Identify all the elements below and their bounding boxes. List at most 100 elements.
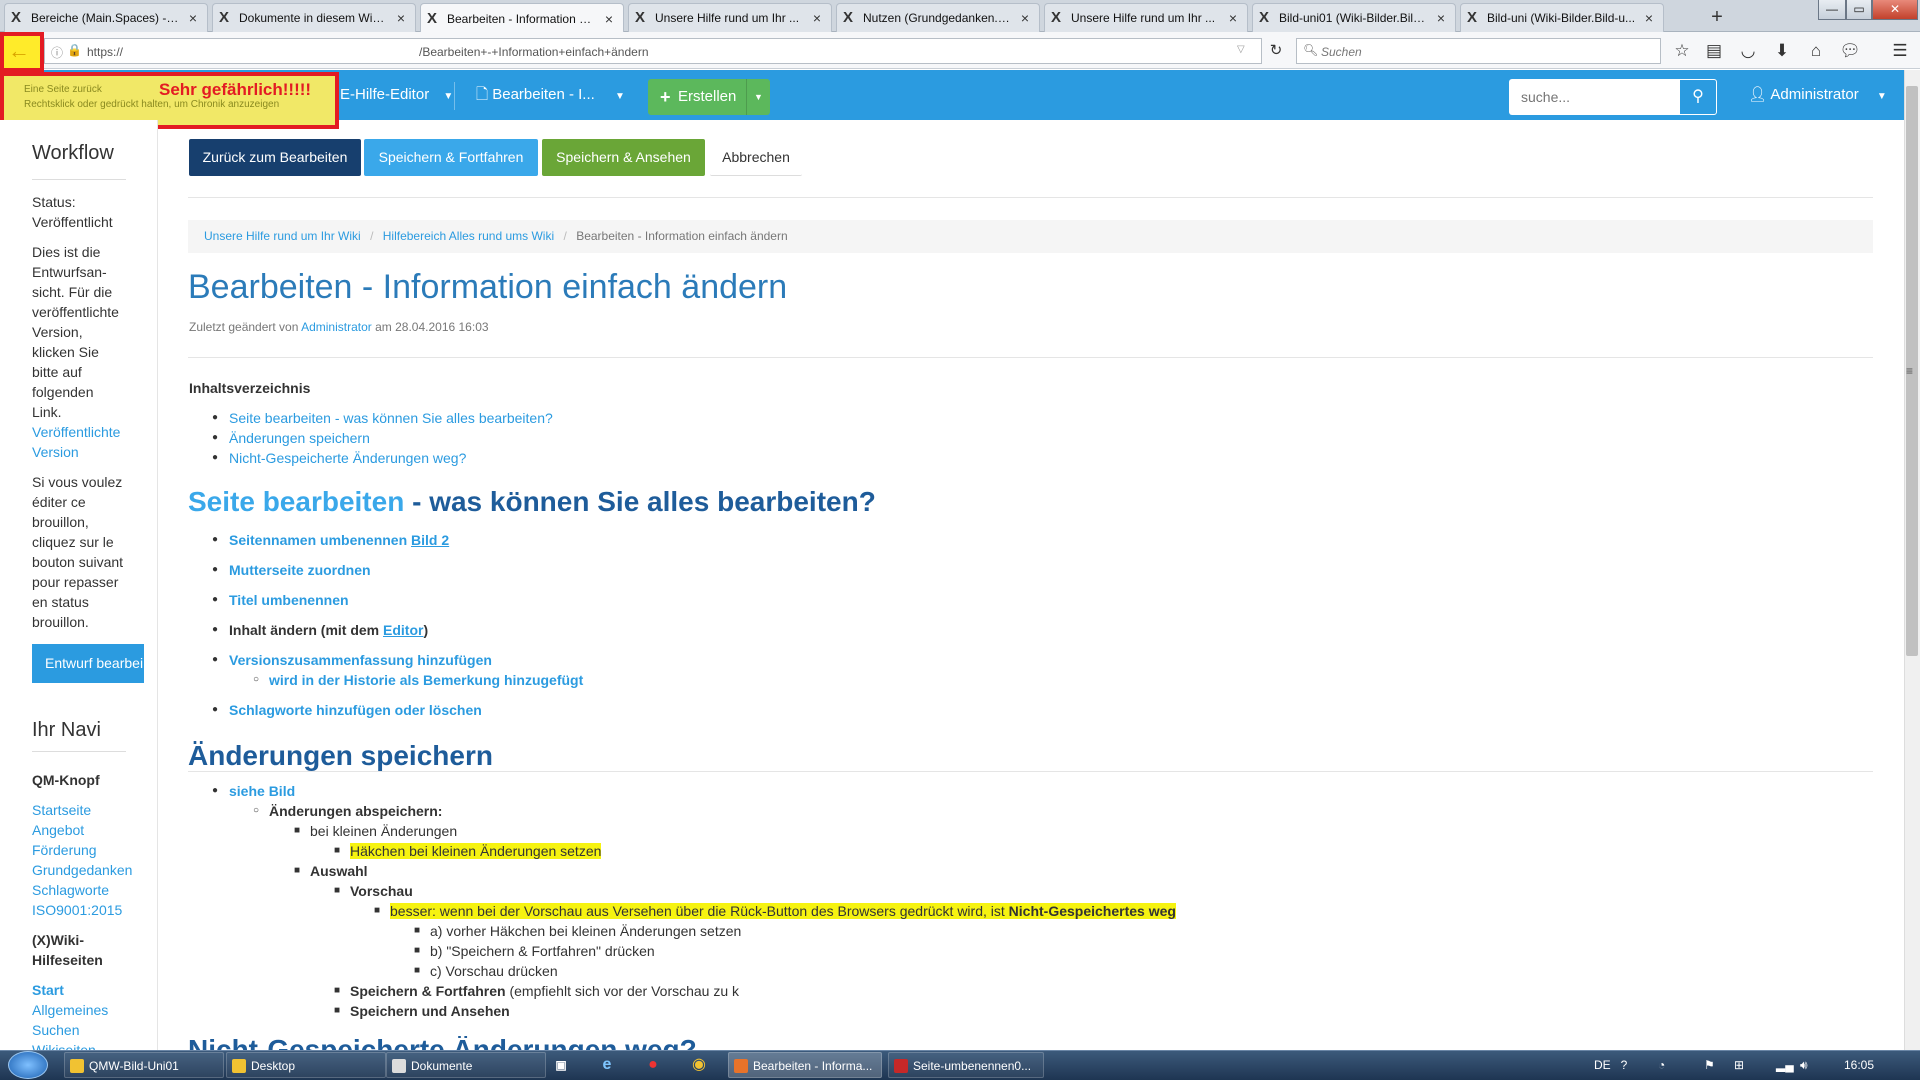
close-tab-icon[interactable]: × bbox=[393, 10, 409, 26]
chat-icon[interactable]: 💬︎ bbox=[1836, 38, 1864, 64]
browser-tab[interactable]: X Bild-uni (Wiki-Bilder.Bild-u... × bbox=[1460, 3, 1664, 32]
create-button[interactable]: + Erstellen ▼ bbox=[648, 79, 770, 115]
clock[interactable]: 16:05 bbox=[1844, 1052, 1874, 1078]
caret-down-icon: ▼ bbox=[614, 91, 625, 102]
taskbar-item[interactable]: QMW-Bild-Uni01 bbox=[64, 1052, 224, 1078]
edit-draft-button[interactable]: Entwurf bearbei bbox=[32, 644, 144, 683]
editor-menu[interactable]: E-Hilfe-Editor ▼ bbox=[340, 70, 453, 122]
see-image-link[interactable]: siehe Bild bbox=[229, 781, 295, 801]
version-sub-link[interactable]: wird in der Historie als Bemerkung hinzu… bbox=[269, 670, 583, 690]
sidebar-nav-link[interactable]: Angebot bbox=[32, 820, 84, 840]
help-icon[interactable]: ? bbox=[1616, 1052, 1632, 1078]
tab-label: Bereiche (Main.Spaces) - X... bbox=[31, 11, 181, 25]
start-button[interactable] bbox=[8, 1051, 48, 1079]
draft-info-text: bouton suivant bbox=[32, 554, 124, 570]
network-icon[interactable]: ◔ bbox=[1658, 1052, 1674, 1078]
browser-tab[interactable]: X Nutzen (Grundgedanken.N... × bbox=[836, 3, 1040, 32]
save-continue-button[interactable]: Speichern & Fortfahren bbox=[364, 139, 538, 176]
draft-info-text: brouillon. bbox=[32, 614, 89, 630]
taskbar-item[interactable]: Seite-umbenennen0... bbox=[888, 1052, 1044, 1078]
browser-tab[interactable]: X Bearbeiten - Information ei... × bbox=[420, 3, 624, 33]
dropdown-arrow-icon[interactable]: ▽ bbox=[1237, 44, 1245, 55]
xwiki-favicon-icon: X bbox=[1259, 9, 1270, 26]
image-link[interactable]: Bild 2 bbox=[411, 532, 449, 548]
ie-icon[interactable]: e bbox=[594, 1052, 620, 1078]
chrome-icon[interactable]: ◉ bbox=[686, 1052, 712, 1078]
sidebar-nav-link[interactable]: Schlagworte bbox=[32, 880, 109, 900]
close-tab-icon[interactable]: × bbox=[1433, 10, 1449, 26]
title-link[interactable]: Titel umbenennen bbox=[229, 590, 349, 610]
close-tab-icon[interactable]: × bbox=[185, 10, 201, 26]
maximize-button[interactable]: ▭ bbox=[1846, 0, 1872, 20]
url-bar[interactable]: ⓘ 🔒 https:// /Bearbeiten+-+Information+e… bbox=[44, 38, 1262, 64]
breadcrumb-item[interactable]: Hilfebereich Alles rund ums Wiki bbox=[383, 229, 554, 243]
browser-tab[interactable]: X Dokumente in diesem Wiki... × bbox=[212, 3, 416, 32]
list-item: b) "Speichern & Fortfahren" drücken bbox=[430, 943, 655, 959]
reload-icon[interactable]: ↻ bbox=[1262, 38, 1290, 64]
breadcrumb-item[interactable]: Unsere Hilfe rund um Ihr Wiki bbox=[204, 229, 361, 243]
back-button[interactable]: ← bbox=[0, 32, 44, 72]
info-icon[interactable]: ⓘ bbox=[51, 44, 63, 61]
close-tab-icon[interactable]: × bbox=[601, 11, 617, 27]
save-view-button[interactable]: Speichern & Ansehen bbox=[542, 139, 705, 176]
browser-tab[interactable]: X Unsere Hilfe rund um Ihr ... × bbox=[628, 3, 832, 32]
published-version-link[interactable]: Veröffentlichte bbox=[32, 422, 120, 442]
browser-search-input[interactable]: 🔍︎ Suchen bbox=[1296, 38, 1661, 64]
parent-link[interactable]: Mutterseite zuordnen bbox=[229, 560, 371, 580]
bookmark-star-icon[interactable]: ☆ bbox=[1668, 38, 1696, 64]
taskbar-item[interactable]: Bearbeiten - Informa... bbox=[728, 1052, 882, 1078]
flag-icon[interactable]: ⚑ bbox=[1704, 1052, 1720, 1078]
new-tab-button[interactable]: + bbox=[1704, 4, 1730, 30]
list-item: c) Vorschau drücken bbox=[430, 963, 558, 979]
close-tab-icon[interactable]: × bbox=[1225, 10, 1241, 26]
draft-info-text: Dies ist die bbox=[32, 244, 101, 260]
windows-icon[interactable]: ⊞ bbox=[1734, 1052, 1750, 1078]
close-tab-icon[interactable]: × bbox=[809, 10, 825, 26]
pocket-icon[interactable]: ◡ bbox=[1734, 38, 1762, 64]
version-link[interactable]: Versionszusammenfassung hinzufügen bbox=[229, 650, 492, 670]
caret-down-icon[interactable]: ▼ bbox=[754, 79, 763, 115]
browser-tab[interactable]: X Bereiche (Main.Spaces) - X... × bbox=[4, 3, 208, 32]
minimize-button[interactable]: — bbox=[1818, 0, 1846, 20]
taskbar-item[interactable]: Dokumente bbox=[386, 1052, 546, 1078]
toc-link[interactable]: Seite bearbeiten - was können Sie alles … bbox=[229, 408, 553, 428]
toc-link[interactable]: Nicht-Gespeicherte Änderungen weg? bbox=[229, 448, 466, 468]
rename-link[interactable]: Seitennamen umbenennen bbox=[229, 532, 407, 548]
user-menu[interactable]: 👤︎ Administrator ▼ bbox=[1748, 70, 1887, 122]
browser-tab[interactable]: X Unsere Hilfe rund um Ihr ... × bbox=[1044, 3, 1248, 32]
page-menu[interactable]: 🗋 Bearbeiten - I... ▼ bbox=[476, 70, 625, 122]
cancel-button[interactable]: Abbrechen bbox=[710, 139, 802, 176]
author-link[interactable]: Administrator bbox=[301, 320, 372, 334]
reading-list-icon[interactable]: ▤ bbox=[1700, 38, 1728, 64]
wiki-search-button[interactable]: ⚲ bbox=[1679, 79, 1717, 115]
section-heading-unsaved: Nicht-Gespeicherte Änderungen weg? bbox=[188, 1036, 697, 1050]
wiki-search-input[interactable] bbox=[1509, 79, 1679, 115]
close-window-button[interactable]: ✕ bbox=[1872, 0, 1918, 20]
close-tab-icon[interactable]: × bbox=[1017, 10, 1033, 26]
sidebar-nav-link[interactable]: Suchen bbox=[32, 1020, 79, 1040]
tags-link[interactable]: Schlagworte hinzufügen oder löschen bbox=[229, 700, 482, 720]
toc-link[interactable]: Änderungen speichern bbox=[229, 428, 370, 448]
search-icon: 🔍︎ bbox=[1303, 43, 1319, 57]
sidebar-nav-link[interactable]: Start bbox=[32, 980, 64, 1000]
sidebar-nav-link[interactable]: Allgemeines bbox=[32, 1000, 108, 1020]
tab-label: Unsere Hilfe rund um Ihr ... bbox=[655, 11, 800, 25]
taskbar-item[interactable]: Desktop bbox=[226, 1052, 386, 1078]
menu-icon[interactable]: ☰ bbox=[1886, 38, 1914, 64]
home-icon[interactable]: ⌂ bbox=[1802, 38, 1830, 64]
outlook-icon[interactable]: ▣ bbox=[548, 1052, 574, 1078]
xwiki-favicon-icon: X bbox=[1467, 9, 1478, 26]
sidebar-nav-link[interactable]: Startseite bbox=[32, 800, 91, 820]
language-indicator[interactable]: DE bbox=[1594, 1052, 1611, 1078]
editor-link[interactable]: Editor bbox=[383, 622, 423, 638]
sidebar-nav-link[interactable]: Förderung bbox=[32, 840, 97, 860]
published-version-link[interactable]: Version bbox=[32, 442, 79, 462]
back-to-edit-button[interactable]: Zurück zum Bearbeiten bbox=[189, 139, 361, 176]
volume-icon[interactable]: 🔊︎ bbox=[1800, 1052, 1816, 1078]
sidebar-nav-link[interactable]: Grundgedanken bbox=[32, 860, 132, 880]
download-icon[interactable]: ⬇ bbox=[1768, 38, 1796, 64]
browser-tab[interactable]: X Bild-uni01 (Wiki-Bilder.Bild... × bbox=[1252, 3, 1456, 32]
opera-icon[interactable]: ● bbox=[640, 1052, 666, 1078]
close-tab-icon[interactable]: × bbox=[1641, 10, 1657, 26]
sidebar-nav-link[interactable]: ISO9001:2015 bbox=[32, 900, 122, 920]
